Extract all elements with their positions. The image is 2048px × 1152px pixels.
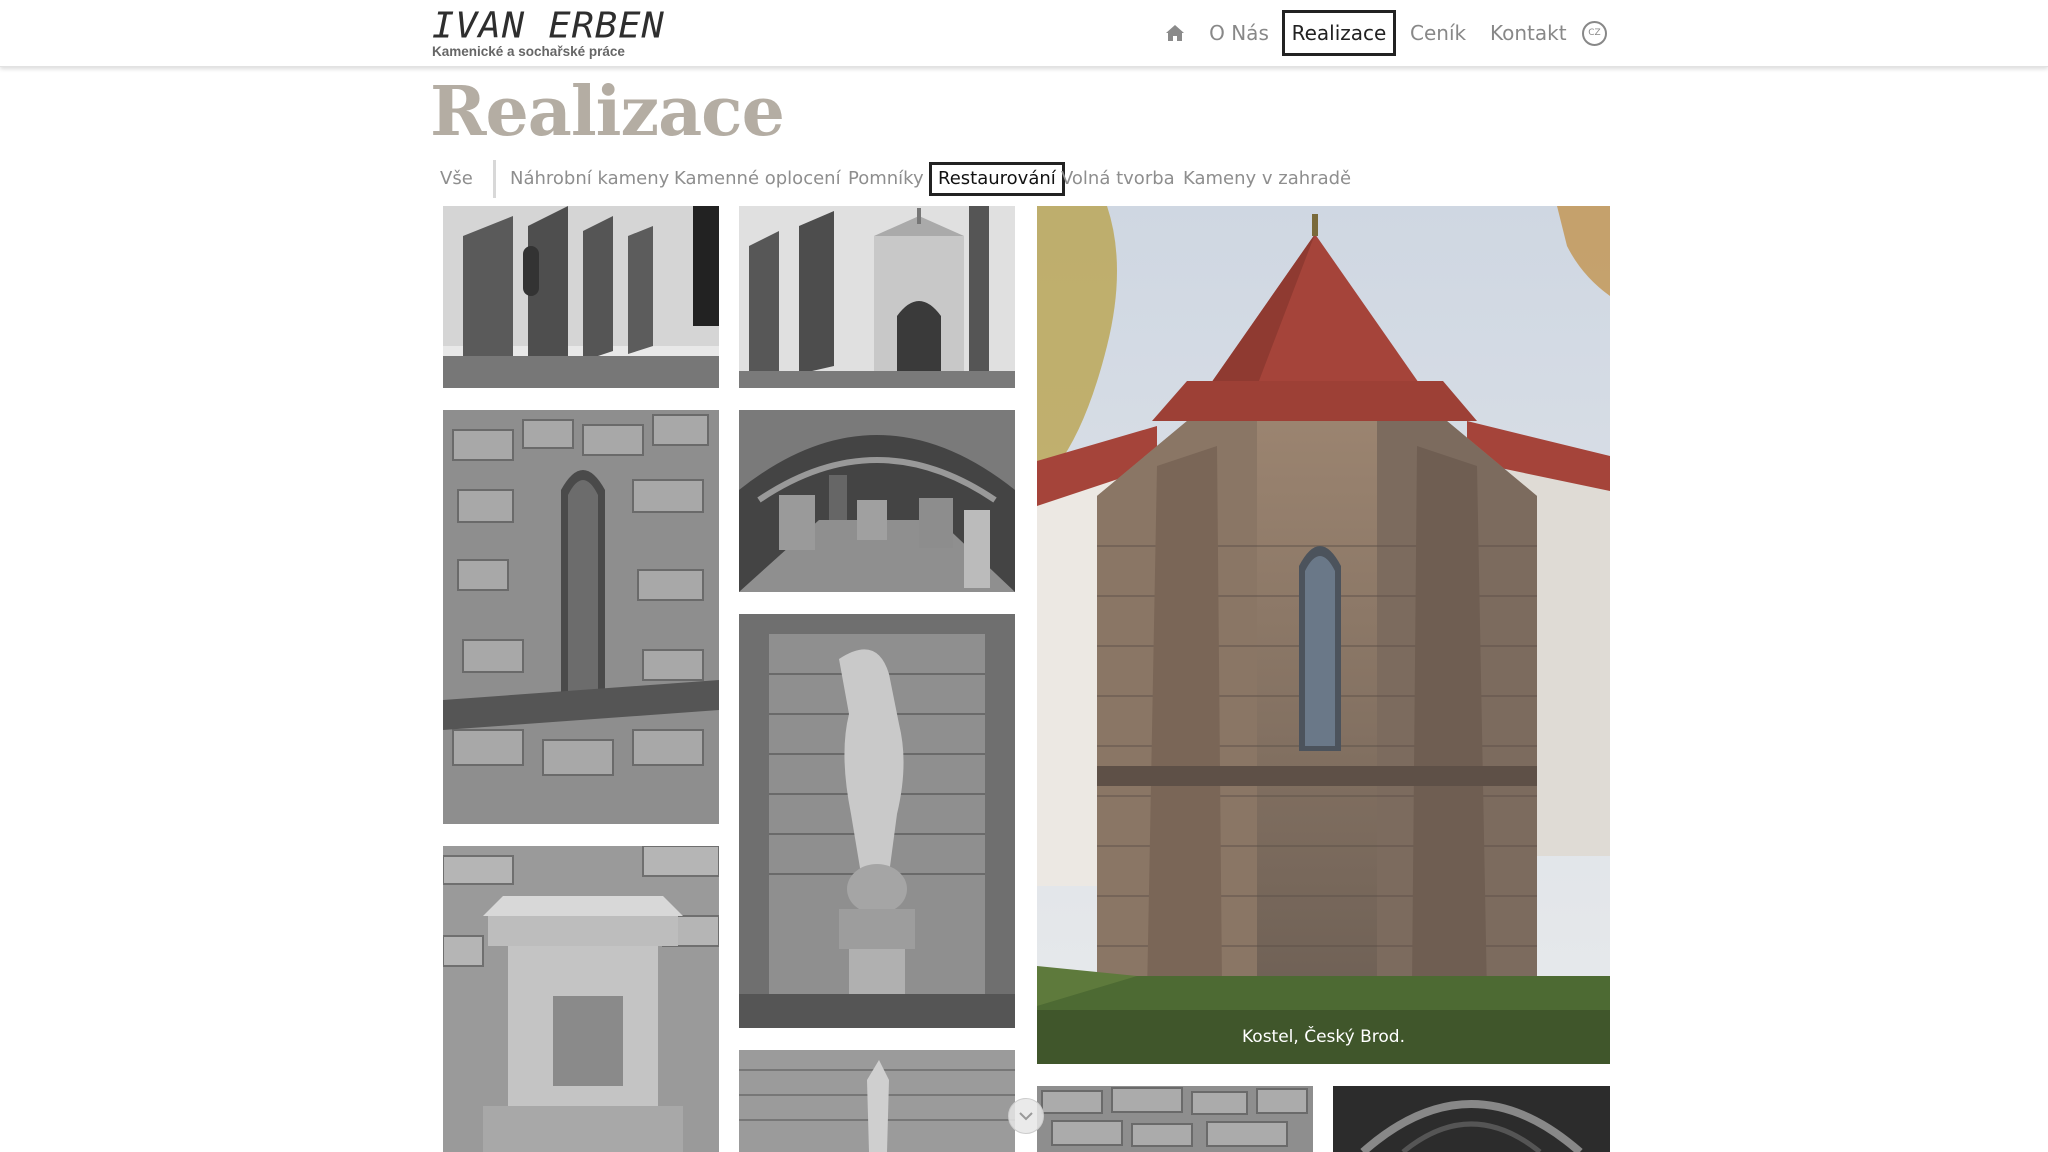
page-title: Realizace	[430, 72, 785, 152]
gallery-photo-church-buttresses[interactable]	[443, 206, 719, 388]
site-header: IVAN ERBEN Kamenické a sochařské práce O…	[0, 0, 2048, 67]
scroll-down-button[interactable]	[1008, 1098, 1044, 1134]
filter-restaurovani[interactable]: Restaurování	[929, 162, 1065, 196]
featured-caption: Kostel, Český Brod.	[1037, 1010, 1610, 1064]
nav-o-nas[interactable]: O Nás	[1208, 10, 1270, 56]
gallery-photo-cellar-exhibition[interactable]	[739, 410, 1015, 592]
logo-title: IVAN ERBEN	[432, 5, 665, 46]
filter-volna-tvorba[interactable]: Volná tvorba	[1061, 162, 1175, 196]
gallery-photo-baroque-statue[interactable]	[739, 614, 1015, 1028]
nav-cenik[interactable]: Ceník	[1410, 10, 1466, 56]
home-icon	[1166, 25, 1184, 41]
gallery-photo-statue-detail[interactable]	[739, 1050, 1015, 1152]
site-logo[interactable]: IVAN ERBEN Kamenické a sochařské práce	[432, 6, 665, 59]
nav-home[interactable]	[1162, 20, 1188, 46]
filter-pomniky[interactable]: Pomníky	[848, 162, 924, 196]
nav-realizace[interactable]: Realizace	[1282, 10, 1396, 56]
gallery-photo-stone-wall[interactable]	[1037, 1086, 1313, 1152]
filter-kameny-v-zahrade[interactable]: Kameny v zahradě	[1183, 162, 1351, 196]
gallery-photo-gothic-window[interactable]	[443, 410, 719, 824]
filter-all[interactable]: Vše	[440, 162, 473, 196]
filter-divider	[493, 160, 496, 198]
gallery-photo-vault[interactable]	[1333, 1086, 1610, 1152]
gallery-featured-church[interactable]: Kostel, Český Brod.	[1037, 206, 1610, 1064]
logo-tagline: Kamenické a sochařské práce	[432, 44, 625, 59]
gallery-photo-chapel-portal[interactable]	[739, 206, 1015, 388]
chevron-down-icon	[1019, 1112, 1033, 1121]
language-switch[interactable]: CZ	[1582, 21, 1607, 46]
filter-nahrobni-kameny[interactable]: Náhrobní kameny	[510, 162, 669, 196]
filter-kamenne-oploceni[interactable]: Kamenné oplocení	[674, 162, 841, 196]
gallery-photo-stone-pedestal[interactable]	[443, 846, 719, 1152]
nav-kontakt[interactable]: Kontakt	[1490, 10, 1567, 56]
